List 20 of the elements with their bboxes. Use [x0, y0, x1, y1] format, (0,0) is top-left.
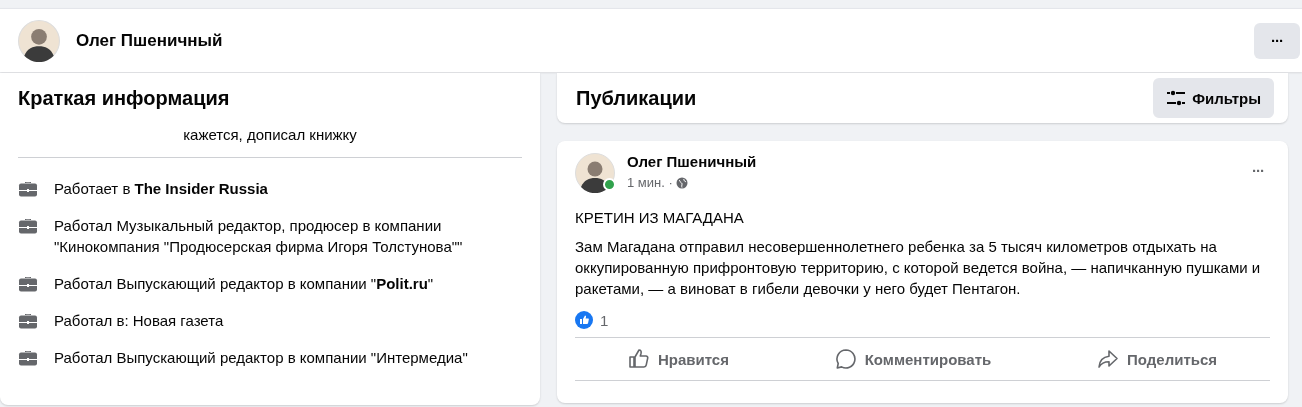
- comment-button[interactable]: Комментировать: [822, 342, 1004, 376]
- work-info-text: Работал Выпускающий редактор в компании "Polit.ru": [54, 274, 434, 294]
- bio-text: кажется, дописал книжку: [183, 126, 357, 143]
- filters-button[interactable]: Фильтры: [1153, 78, 1274, 118]
- work-info-text: Работает в The Insider Russia: [54, 179, 268, 199]
- section-title: Публикации: [576, 86, 697, 110]
- share-button[interactable]: Поделиться: [1085, 342, 1230, 376]
- post-title: КРЕТИН ИЗ МАГАДАНА: [575, 208, 745, 228]
- author-name[interactable]: Олег Пшеничный: [627, 153, 757, 170]
- work-info-text: Работал Выпускающий редактор в компании "Интермедиа": [54, 348, 468, 368]
- work-info-text: Работал Музыкальный редактор, продюсер в компании "Кинокомпания "Продюсерская фирма Игоря Толстунова"": [54, 216, 464, 257]
- like-count[interactable]: 1: [600, 311, 609, 329]
- section-title: Краткая информация: [18, 87, 230, 110]
- work-info-text: Работал в: Новая газета: [54, 311, 224, 331]
- post-text: Зам Магадана отправил несовершеннолетнего ребенка за 5 тысяч километров отдыхать на оккупированную прифронтовую территорию, с которой ведется война, — напичканную пушками и ракетами, — а виноват в гибели девочки у него будет Пентагон.: [575, 237, 1262, 299]
- post-time[interactable]: 1 мин. ·: [627, 175, 673, 190]
- more-button[interactable]: ···: [1254, 22, 1300, 59]
- like-button[interactable]: Нравится: [615, 342, 741, 376]
- more-button[interactable]: ···: [1246, 161, 1270, 180]
- profile-name[interactable]: Олег Пшеничный: [76, 30, 1254, 51]
